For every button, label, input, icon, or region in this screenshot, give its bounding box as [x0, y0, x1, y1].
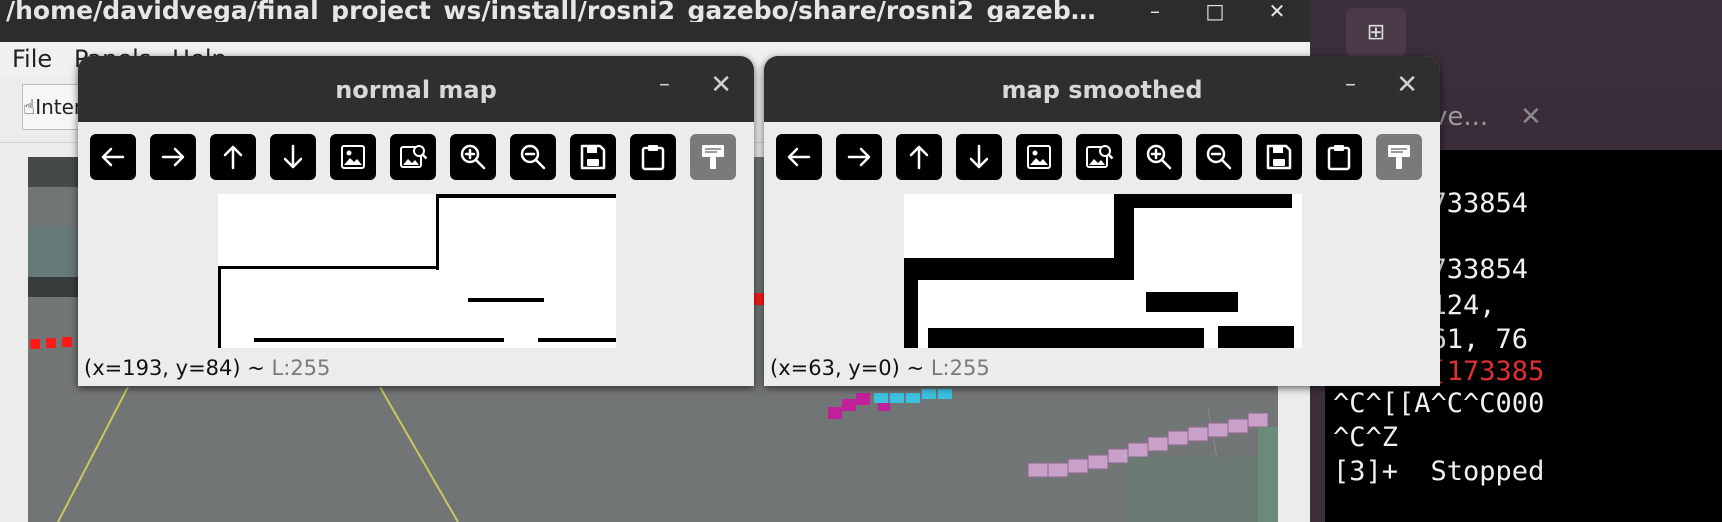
normal-map-close-button[interactable]: ✕ — [710, 70, 732, 100]
zoom-in-button[interactable] — [450, 134, 496, 180]
map-smoothed-canvas — [904, 194, 1302, 348]
arrow-up-icon — [909, 145, 929, 170]
properties-icon — [1388, 145, 1410, 169]
terminal-line: ^C^[[A^C^C000 — [1333, 388, 1545, 419]
normal-map-status-bar: (x=193, y=84) ~ L:255 — [84, 356, 330, 380]
properties-button[interactable] — [690, 134, 736, 180]
map-smoothed-status-bar: (x=63, y=0) ~ L:255 — [770, 356, 990, 380]
zoom-in-icon — [1146, 144, 1172, 170]
hand-icon: ☝ — [23, 95, 36, 119]
arrow-left-icon — [787, 147, 811, 167]
arrow-up-button[interactable] — [210, 134, 256, 180]
menu-file[interactable]: File — [12, 45, 52, 73]
rviz-titlebar[interactable]: /home/davidvega/final_project_ws/install… — [0, 0, 1310, 42]
arrow-down-button[interactable] — [956, 134, 1002, 180]
terminal-tab-close-icon[interactable]: ✕ — [1520, 102, 1542, 132]
normal-map-minimize-button[interactable]: – — [659, 72, 670, 97]
zoom-in-button[interactable] — [1136, 134, 1182, 180]
image-search-icon — [1086, 145, 1114, 168]
save-button[interactable] — [570, 134, 616, 180]
map-smoothed-titlebar[interactable]: map smoothed – ✕ — [764, 56, 1440, 122]
map-smoothed-status-coords: (x=63, y=0) ~ — [770, 356, 925, 380]
map-smoothed-minimize-button[interactable]: – — [1345, 72, 1356, 97]
arrow-right-button[interactable] — [150, 134, 196, 180]
normal-map-canvas — [218, 194, 616, 348]
new-tab-icon: ⊞ — [1366, 20, 1386, 45]
zoom-out-button[interactable] — [1196, 134, 1242, 180]
normal-map-title: normal map — [335, 76, 497, 104]
zoom-out-button[interactable] — [510, 134, 556, 180]
image-search-icon — [400, 145, 428, 168]
image-icon — [1027, 145, 1051, 169]
arrow-left-icon — [101, 147, 125, 167]
image-icon — [341, 145, 365, 169]
normal-map-titlebar[interactable]: normal map – ✕ — [78, 56, 754, 122]
zoom-in-icon — [460, 144, 486, 170]
map-smoothed-window: map smoothed – ✕ (x=63, y=0) ~ L:255 — [764, 56, 1440, 386]
rviz-close-button[interactable]: ✕ — [1262, 1, 1292, 21]
map-smoothed-close-button[interactable]: ✕ — [1396, 70, 1418, 100]
normal-map-window: normal map – ✕ (x=193, y=84) ~ L:255 — [78, 56, 754, 386]
image-search-button[interactable] — [1076, 134, 1122, 180]
arrow-down-icon — [969, 144, 989, 169]
zoom-out-icon — [520, 144, 546, 170]
terminal-line: [3]+ Stopped — [1333, 456, 1545, 487]
save-button[interactable] — [1256, 134, 1302, 180]
new-tab-button[interactable]: ⊞ — [1346, 8, 1406, 58]
map-smoothed-status-level: L:255 — [930, 356, 990, 380]
image-search-button[interactable] — [390, 134, 436, 180]
arrow-up-button[interactable] — [896, 134, 942, 180]
arrow-down-icon — [283, 144, 303, 169]
properties-icon — [702, 145, 724, 169]
save-icon — [580, 144, 606, 170]
terminal-tab[interactable]: ve... ✕ — [1400, 88, 1722, 150]
normal-map-status-level: L:255 — [271, 356, 331, 380]
rviz-window-title: /home/davidvega/final_project_ws/install… — [6, 0, 1106, 22]
clipboard-button[interactable] — [1316, 134, 1362, 180]
normal-map-image[interactable] — [218, 194, 616, 348]
map-smoothed-title: map smoothed — [1001, 76, 1203, 104]
zoom-out-icon — [1206, 144, 1232, 170]
clipboard-icon — [1327, 145, 1351, 171]
arrow-down-button[interactable] — [270, 134, 316, 180]
arrow-right-button[interactable] — [836, 134, 882, 180]
arrow-right-icon — [161, 147, 185, 167]
clipboard-button[interactable] — [630, 134, 676, 180]
clipboard-icon — [641, 145, 665, 171]
properties-button[interactable] — [1376, 134, 1422, 180]
arrow-up-icon — [223, 145, 243, 170]
map-smoothed-image[interactable] — [904, 194, 1302, 348]
arrow-right-icon — [847, 147, 871, 167]
image-button[interactable] — [330, 134, 376, 180]
normal-map-status-coords: (x=193, y=84) ~ — [84, 356, 265, 380]
rviz-minimize-button[interactable]: – — [1140, 1, 1170, 21]
terminal-line: ^C^Z — [1333, 422, 1399, 453]
save-icon — [1266, 144, 1292, 170]
rviz-maximize-button[interactable]: □ — [1200, 1, 1230, 21]
image-button[interactable] — [1016, 134, 1062, 180]
arrow-left-button[interactable] — [776, 134, 822, 180]
arrow-left-button[interactable] — [90, 134, 136, 180]
terminal-tab-label: ve... — [1432, 102, 1489, 132]
